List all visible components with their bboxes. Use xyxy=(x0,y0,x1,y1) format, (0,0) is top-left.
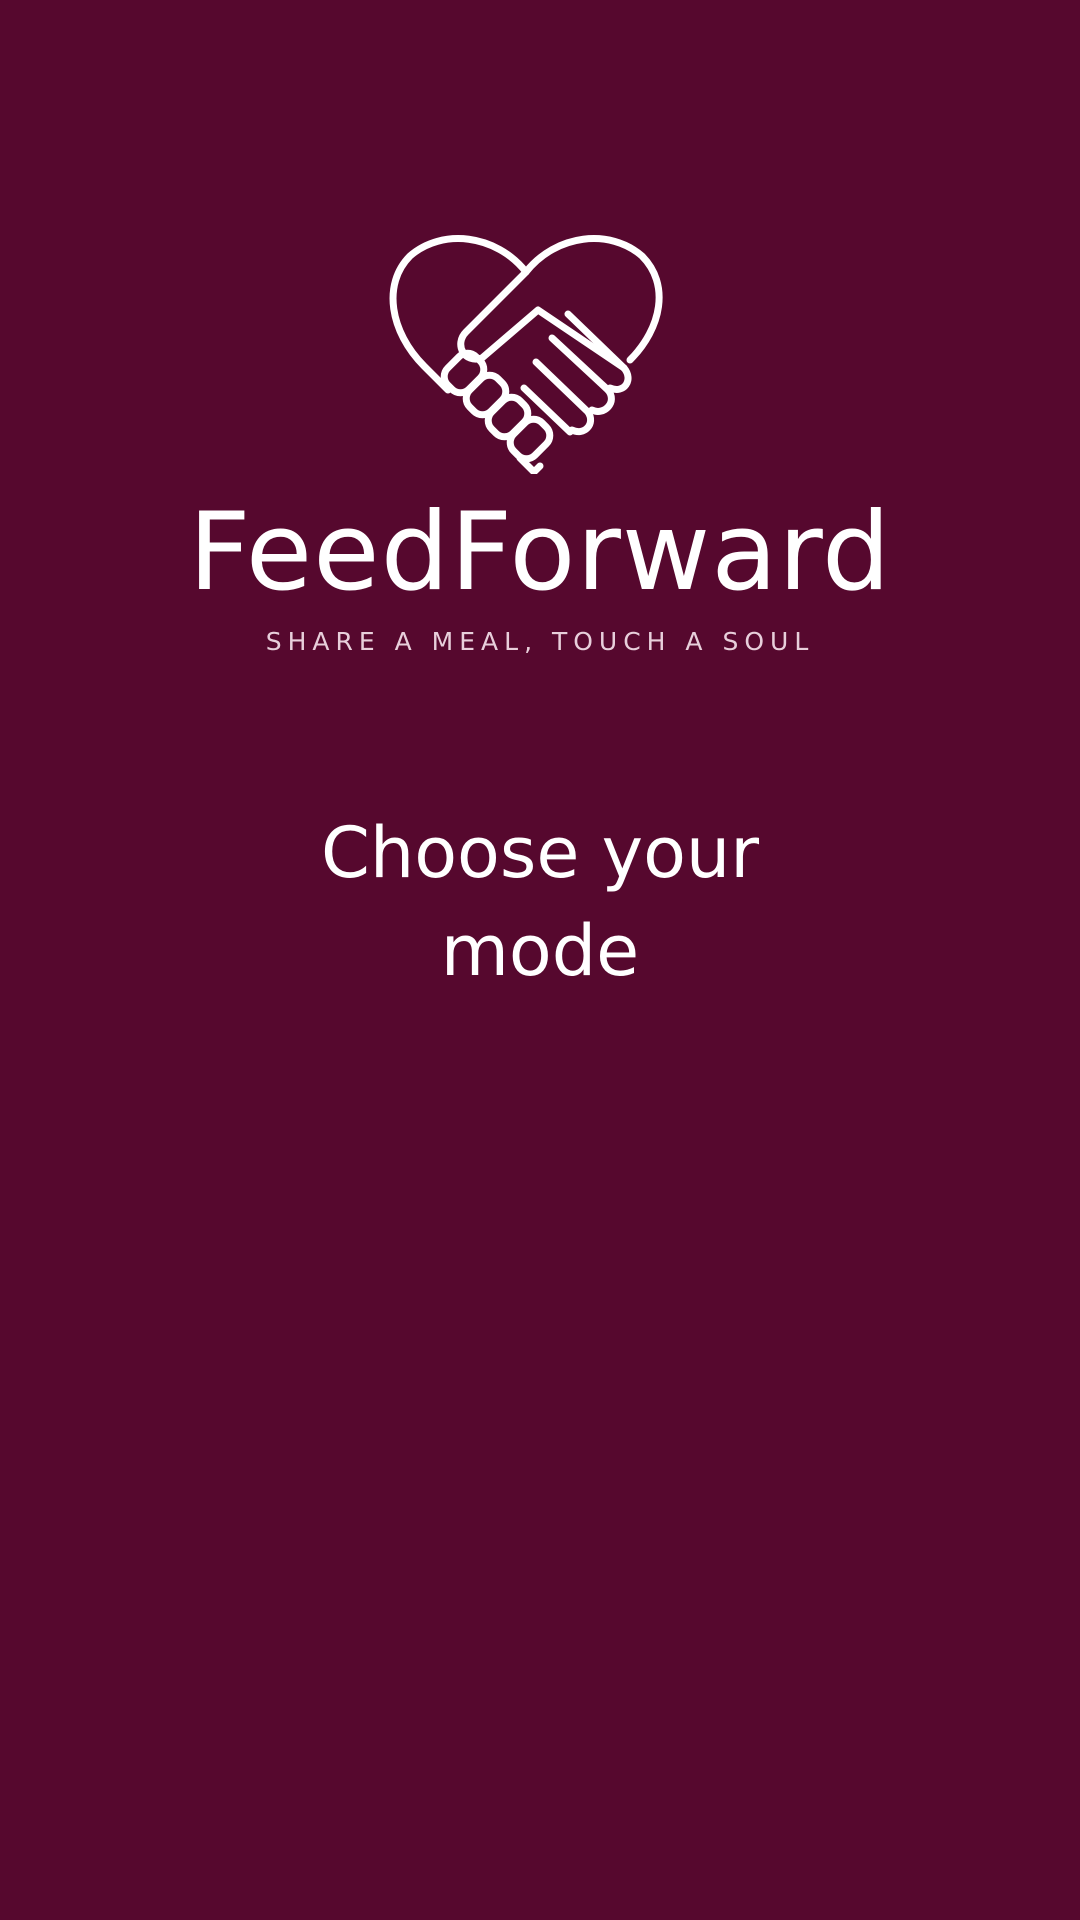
mode-selection-screen: FeedForward SHARE A MEAL, TOUCH A SOUL C… xyxy=(0,0,1080,1920)
heart-handshake-icon xyxy=(389,235,663,474)
page-title: Choose your mode xyxy=(320,812,760,992)
brand-tagline: SHARE A MEAL, TOUCH A SOUL xyxy=(265,627,815,656)
brand-name: FeedForward xyxy=(188,490,892,615)
